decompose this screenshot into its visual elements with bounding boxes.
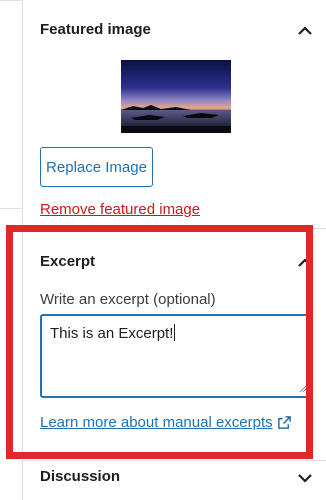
featured-image-title[interactable]: Featured image [40, 21, 151, 38]
chevron-up-icon[interactable] [294, 20, 316, 42]
panel-divider [23, 460, 326, 461]
remove-featured-image-link[interactable]: Remove featured image [40, 201, 200, 218]
chevron-down-icon[interactable] [294, 467, 316, 489]
discussion-title[interactable]: Discussion [40, 468, 120, 485]
excerpt-highlight-frame [6, 225, 313, 459]
editor-divider [0, 208, 22, 209]
replace-image-button[interactable]: Replace Image [40, 147, 153, 187]
editor-divider [0, 0, 22, 1]
featured-image-thumbnail[interactable] [121, 60, 231, 133]
